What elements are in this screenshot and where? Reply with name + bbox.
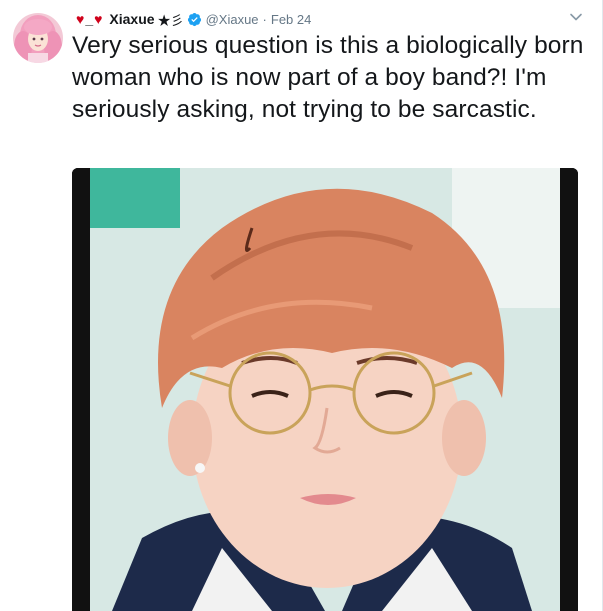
tweet-photo[interactable] xyxy=(72,168,578,611)
tweet-header: ♥ _ ♥ Xiaxue ★彡 @Xiaxue · Feb 24 xyxy=(76,9,311,29)
display-name[interactable]: Xiaxue xyxy=(109,11,154,27)
verified-badge-icon xyxy=(187,12,202,27)
name-separator: _ xyxy=(85,11,94,27)
heart-icon: ♥ xyxy=(76,11,85,27)
heart-icon: ♥ xyxy=(94,11,103,27)
name-suffix: ★彡 xyxy=(157,12,184,28)
separator-dot: · xyxy=(262,11,267,27)
chevron-down-icon[interactable] xyxy=(569,10,583,24)
tweet-timestamp[interactable]: Feb 24 xyxy=(271,12,311,27)
author-name[interactable]: ♥ _ ♥ Xiaxue ★彡 xyxy=(76,10,202,29)
tweet-card[interactable]: ♥ _ ♥ Xiaxue ★彡 @Xiaxue · Feb 24 Very se… xyxy=(0,0,603,611)
tweet-text: Very serious question is this a biologic… xyxy=(72,32,584,123)
avatar[interactable] xyxy=(13,13,63,63)
author-handle[interactable]: @Xiaxue xyxy=(206,12,259,27)
